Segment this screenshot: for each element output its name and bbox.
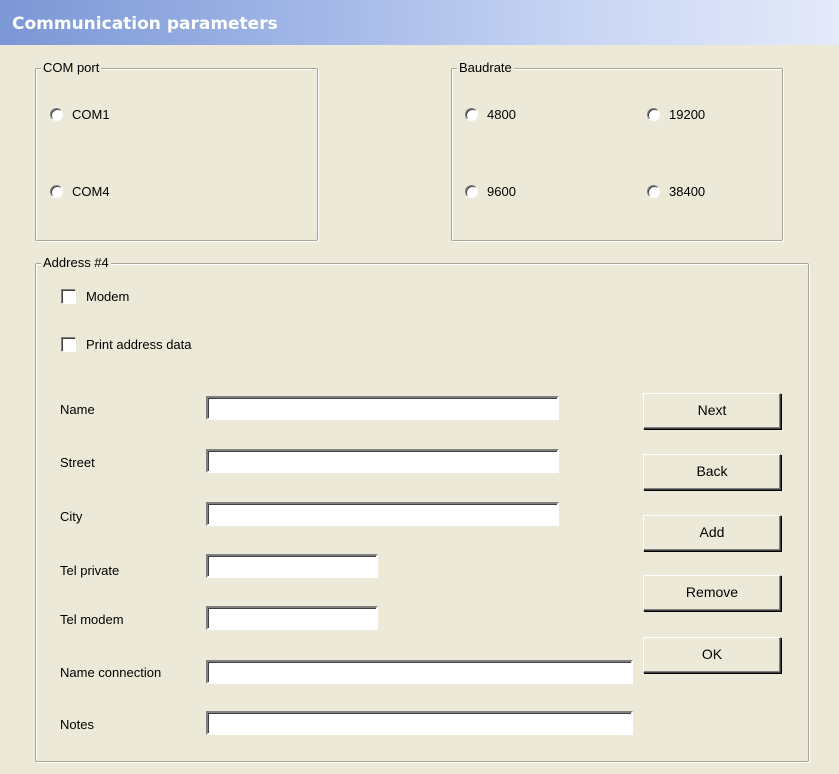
address-group: Address #4 Modem Print address data Name… bbox=[35, 254, 809, 762]
com-port-group: COM port COM1 COM4 bbox=[35, 59, 318, 241]
name-connection-label: Name connection bbox=[60, 665, 162, 680]
notes-field[interactable] bbox=[206, 711, 633, 735]
baudrate-group: Baudrate 4800 19200 9600 38400 bbox=[451, 59, 783, 241]
city-field[interactable] bbox=[206, 502, 559, 526]
notes-label: Notes bbox=[60, 717, 94, 732]
print-address-checkbox[interactable]: Print address data bbox=[61, 337, 192, 352]
print-address-checkbox-label: Print address data bbox=[86, 337, 192, 352]
radio-38400[interactable]: 38400 bbox=[647, 184, 705, 199]
name-connection-field[interactable] bbox=[206, 660, 633, 684]
street-label: Street bbox=[60, 455, 95, 470]
checkbox-icon bbox=[61, 289, 76, 304]
radio-circle-icon bbox=[465, 108, 478, 121]
tel-modem-field[interactable] bbox=[206, 606, 378, 630]
radio-19200[interactable]: 19200 bbox=[647, 107, 705, 122]
radio-19200-label: 19200 bbox=[669, 107, 706, 122]
com-port-legend: COM port bbox=[41, 59, 102, 77]
radio-circle-icon bbox=[50, 108, 63, 121]
radio-circle-icon bbox=[647, 108, 660, 121]
remove-button[interactable]: Remove bbox=[643, 575, 781, 611]
tel-modem-label: Tel modem bbox=[60, 612, 124, 627]
street-field[interactable] bbox=[206, 449, 559, 473]
radio-circle-icon bbox=[647, 185, 660, 198]
radio-9600-label: 9600 bbox=[487, 184, 516, 199]
name-field[interactable] bbox=[206, 396, 559, 420]
tel-private-label: Tel private bbox=[60, 563, 120, 578]
back-button[interactable]: Back bbox=[643, 454, 781, 490]
radio-9600[interactable]: 9600 bbox=[465, 184, 516, 199]
radio-4800[interactable]: 4800 bbox=[465, 107, 516, 122]
add-button[interactable]: Add bbox=[643, 515, 781, 551]
name-label: Name bbox=[60, 402, 95, 417]
window-title: Communication parameters bbox=[12, 14, 278, 34]
radio-com4-label: COM4 bbox=[72, 184, 110, 199]
checkbox-icon bbox=[61, 337, 76, 352]
baudrate-legend: Baudrate bbox=[457, 59, 514, 77]
radio-38400-label: 38400 bbox=[669, 184, 706, 199]
radio-com1-label: COM1 bbox=[72, 107, 110, 122]
tel-private-field[interactable] bbox=[206, 554, 378, 578]
address-legend: Address #4 bbox=[41, 254, 111, 272]
radio-circle-icon bbox=[50, 185, 63, 198]
radio-com4[interactable]: COM4 bbox=[50, 184, 110, 199]
city-label: City bbox=[60, 509, 83, 524]
radio-4800-label: 4800 bbox=[487, 107, 516, 122]
modem-checkbox-label: Modem bbox=[86, 289, 130, 304]
ok-button[interactable]: OK bbox=[643, 637, 781, 673]
next-button[interactable]: Next bbox=[643, 393, 781, 429]
radio-circle-icon bbox=[465, 185, 478, 198]
title-bar: Communication parameters bbox=[0, 0, 839, 45]
radio-com1[interactable]: COM1 bbox=[50, 107, 110, 122]
modem-checkbox[interactable]: Modem bbox=[61, 289, 129, 304]
